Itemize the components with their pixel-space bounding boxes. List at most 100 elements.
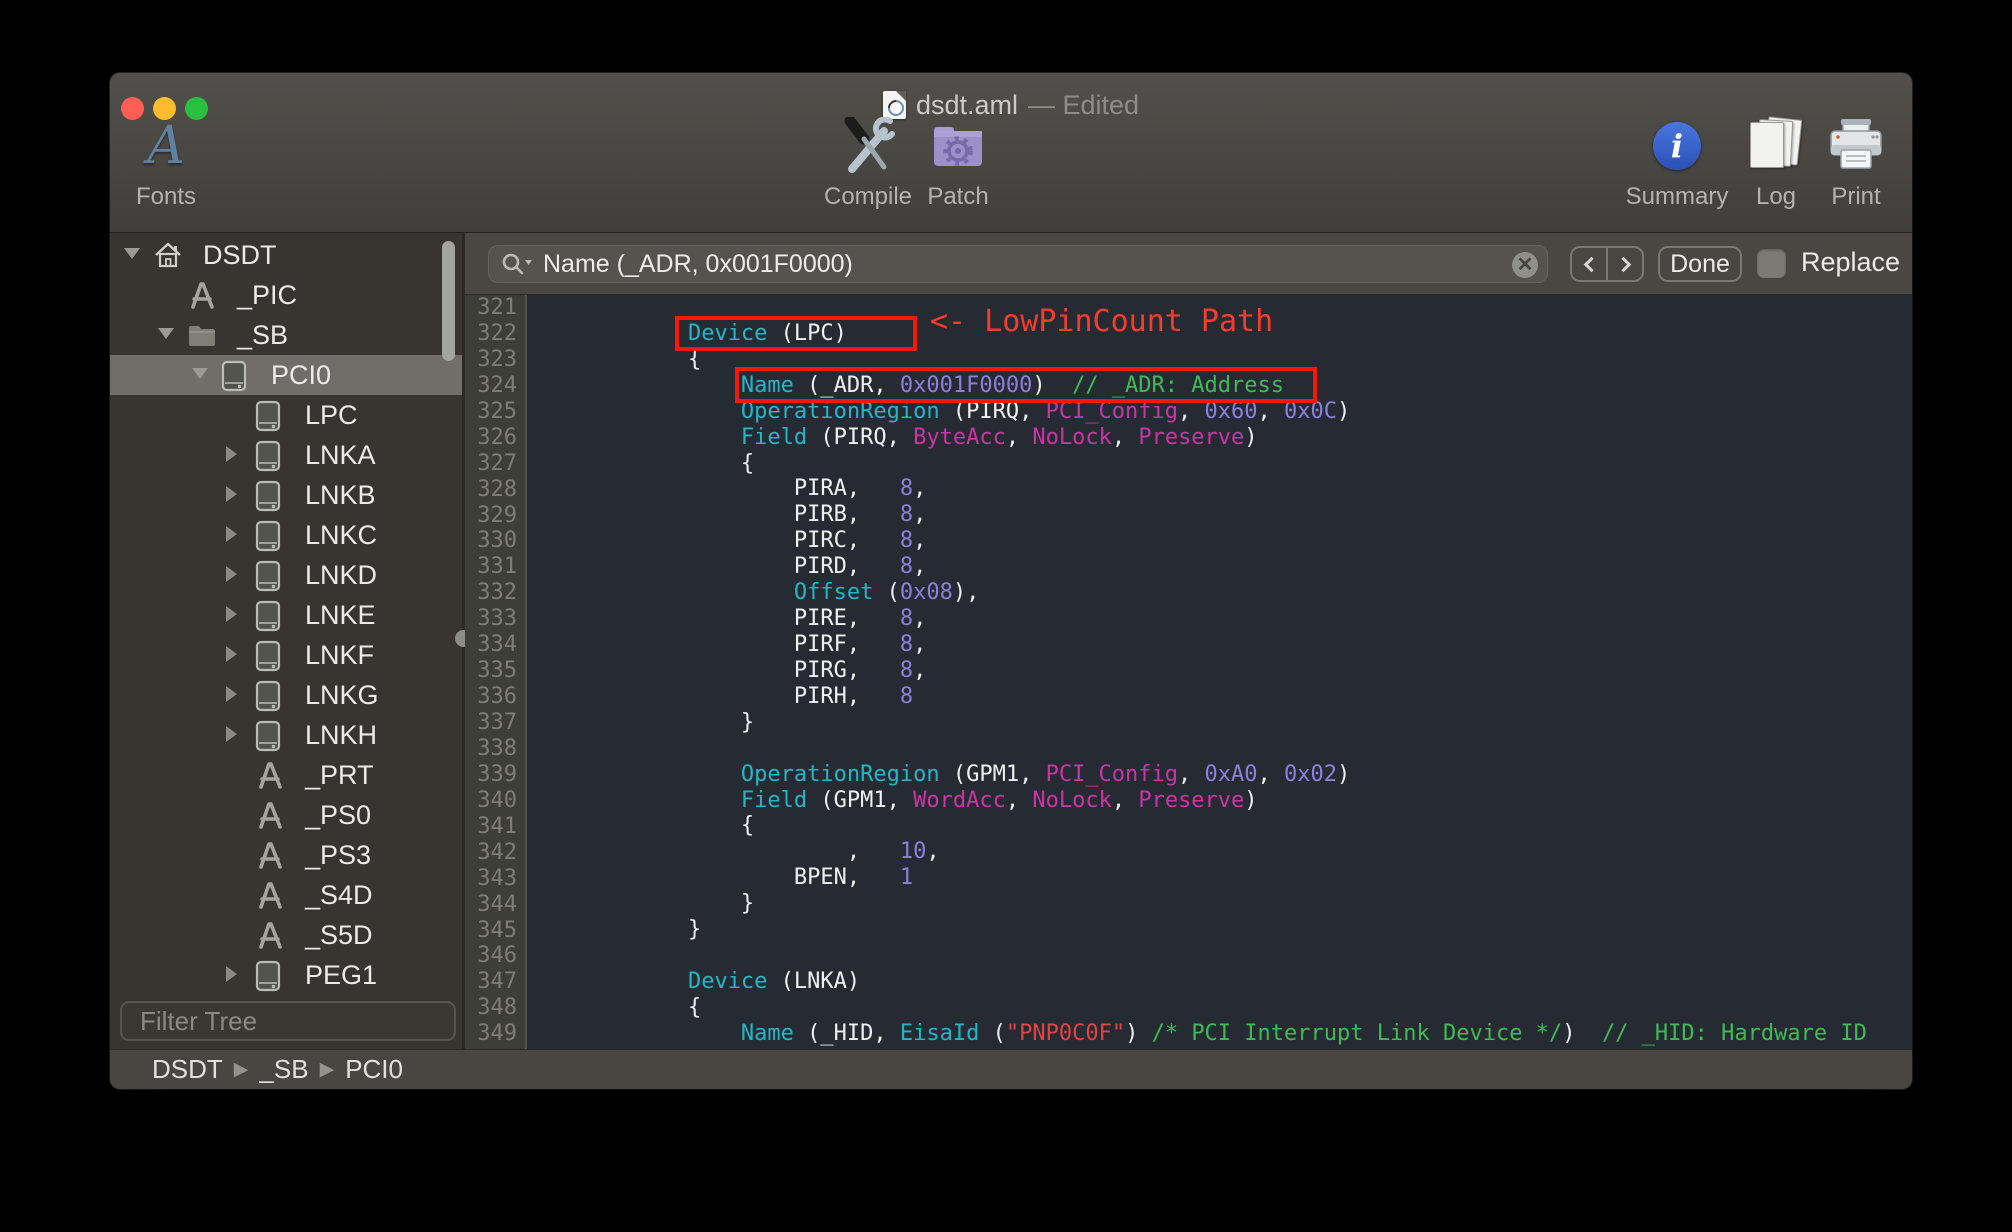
- disclosure-closed-icon[interactable]: [226, 606, 237, 622]
- breadcrumb-item-dsdt[interactable]: DSDT: [152, 1054, 223, 1085]
- line-number: 334: [477, 632, 517, 658]
- device-icon: [255, 520, 285, 552]
- sidebar-item-_prt[interactable]: _PRT: [110, 755, 462, 795]
- breadcrumb-item-pci0[interactable]: PCI0: [345, 1054, 403, 1085]
- device-icon: [255, 640, 285, 672]
- editor-pane: ✕ Done Replace 3213223233243253263273283…: [465, 233, 1912, 1049]
- sidebar-item-_ps0[interactable]: _PS0: [110, 795, 462, 835]
- replace-checkbox[interactable]: [1757, 249, 1786, 278]
- sidebar-item-_sb[interactable]: _SB: [110, 315, 462, 355]
- fonts-icon: A: [147, 116, 185, 176]
- line-number-gutter: 321 322 323 324 325 326 327 328 329 330 331 332 333 3…: [465, 295, 527, 1049]
- line-number: 333: [477, 606, 517, 632]
- sidebar-item-peg1[interactable]: PEG1: [110, 955, 462, 995]
- line-number: 327: [477, 450, 517, 476]
- disclosure-closed-icon[interactable]: [226, 566, 237, 582]
- find-previous-button[interactable]: [1572, 248, 1606, 280]
- method-icon: [255, 840, 285, 870]
- line-number: 324: [477, 372, 517, 398]
- sidebar-item-lnkd[interactable]: LNKD: [110, 555, 462, 595]
- disclosure-open-icon[interactable]: [124, 248, 140, 259]
- sidebar-item-dsdt[interactable]: DSDT: [110, 235, 462, 275]
- sidebar-item-label: LNKA: [305, 440, 376, 470]
- device-icon: [255, 720, 285, 752]
- sidebar-item-lnkg[interactable]: LNKG: [110, 675, 462, 715]
- breadcrumb-item-_sb[interactable]: _SB: [259, 1054, 308, 1085]
- method-icon: [255, 760, 285, 790]
- sidebar-item-lnkc[interactable]: LNKC: [110, 515, 462, 555]
- sidebar-item-label: _SB: [237, 320, 289, 350]
- find-prev-next-control: [1570, 246, 1644, 282]
- line-number: 337: [477, 710, 517, 735]
- disclosure-closed-icon[interactable]: [226, 526, 237, 542]
- device-icon: [255, 400, 285, 432]
- sidebar-item-pci0[interactable]: PCI0: [110, 355, 462, 395]
- toolbar-item-patch[interactable]: Patch: [888, 115, 1028, 211]
- find-next-button[interactable]: [1606, 248, 1642, 280]
- print-icon: [1830, 119, 1882, 169]
- annotation-box-name-adr: [735, 367, 1317, 403]
- patch-icon: [934, 127, 982, 166]
- sidebar-item-lpc[interactable]: LPC: [110, 395, 462, 435]
- sidebar-item-lnka[interactable]: LNKA: [110, 435, 462, 475]
- toolbar-item-fonts[interactable]: A Fonts: [110, 115, 236, 211]
- sidebar-scrollbar[interactable]: [442, 241, 455, 361]
- maciasl-window: dsdt.aml — Edited A Fonts Compile Patch …: [110, 73, 1912, 1089]
- code-line: PIRF, 8,: [529, 631, 927, 657]
- line-number: 348: [477, 995, 517, 1021]
- code-line: Field (PIRQ, ByteAcc, NoLock, Preserve): [740, 424, 1258, 450]
- find-input[interactable]: [543, 249, 1503, 279]
- line-number: 326: [477, 424, 517, 450]
- sidebar-item-_s5d[interactable]: _S5D: [110, 915, 462, 955]
- sidebar-item-lnkf[interactable]: LNKF: [110, 635, 462, 675]
- replace-label: Replace: [1801, 247, 1901, 277]
- sidebar-item-_ps3[interactable]: _PS3: [110, 835, 462, 875]
- filter-tree-input[interactable]: [140, 1005, 462, 1037]
- sidebar-item-lnkh[interactable]: LNKH: [110, 715, 462, 755]
- sidebar-item-lnkb[interactable]: LNKB: [110, 475, 462, 515]
- disclosure-closed-icon[interactable]: [226, 726, 237, 742]
- search-icon: [502, 253, 532, 275]
- sidebar-item-label: LNKE: [305, 600, 376, 630]
- code-line: Field (GPM1, WordAcc, NoLock, Preserve): [740, 787, 1258, 813]
- line-number: 343: [477, 865, 517, 891]
- chevron-left-icon: [1583, 256, 1599, 272]
- disclosure-open-icon[interactable]: [158, 328, 174, 339]
- sidebar-item-label: _PS0: [305, 800, 372, 830]
- done-button[interactable]: Done: [1658, 246, 1742, 282]
- code-text-area[interactable]: <- LowPinCount Path Device (LPC) { Name …: [527, 295, 1912, 1049]
- code-line: PIRD, 8,: [529, 554, 927, 580]
- toolbar-label: Fonts: [135, 183, 197, 210]
- sidebar-item-_pic[interactable]: _PIC: [110, 275, 462, 315]
- code-line: , 10,: [529, 839, 940, 865]
- disclosure-closed-icon[interactable]: [226, 686, 237, 702]
- code-line: PIRH, 8: [529, 683, 914, 709]
- document-edited-status: — Edited: [1027, 89, 1140, 120]
- find-bar: ✕ Done Replace: [465, 233, 1912, 295]
- line-number: 330: [477, 528, 517, 554]
- sidebar-item-lnke[interactable]: LNKE: [110, 595, 462, 635]
- breadcrumb-separator-icon: ▶: [319, 1059, 335, 1080]
- device-icon: [255, 600, 285, 632]
- line-number: 323: [477, 346, 517, 372]
- find-field: ✕: [488, 245, 1548, 283]
- line-number: 328: [477, 476, 517, 502]
- sidebar-item-_s4d[interactable]: _S4D: [110, 875, 462, 915]
- line-number: 336: [477, 684, 517, 710]
- disclosure-closed-icon[interactable]: [226, 486, 237, 502]
- code-line: Name (_HID, EisaId ("PNP0C0F") /* PCI In…: [740, 1020, 1867, 1046]
- disclosure-closed-icon[interactable]: [226, 446, 237, 462]
- code-line: Offset (0x08),: [793, 580, 980, 606]
- method-icon: [187, 280, 217, 310]
- annotation-text: <- LowPinCount Path: [930, 304, 1274, 339]
- folder-icon: [187, 320, 217, 350]
- line-number: 321: [477, 295, 517, 320]
- line-number: 342: [477, 839, 517, 865]
- disclosure-closed-icon[interactable]: [226, 966, 237, 982]
- line-number: 339: [477, 761, 517, 787]
- clear-search-icon[interactable]: ✕: [1512, 252, 1538, 278]
- toolbar-item-print[interactable]: Print: [1786, 115, 1912, 211]
- disclosure-closed-icon[interactable]: [226, 646, 237, 662]
- sidebar-item-label: _S5D: [305, 920, 373, 950]
- disclosure-open-icon[interactable]: [192, 368, 208, 379]
